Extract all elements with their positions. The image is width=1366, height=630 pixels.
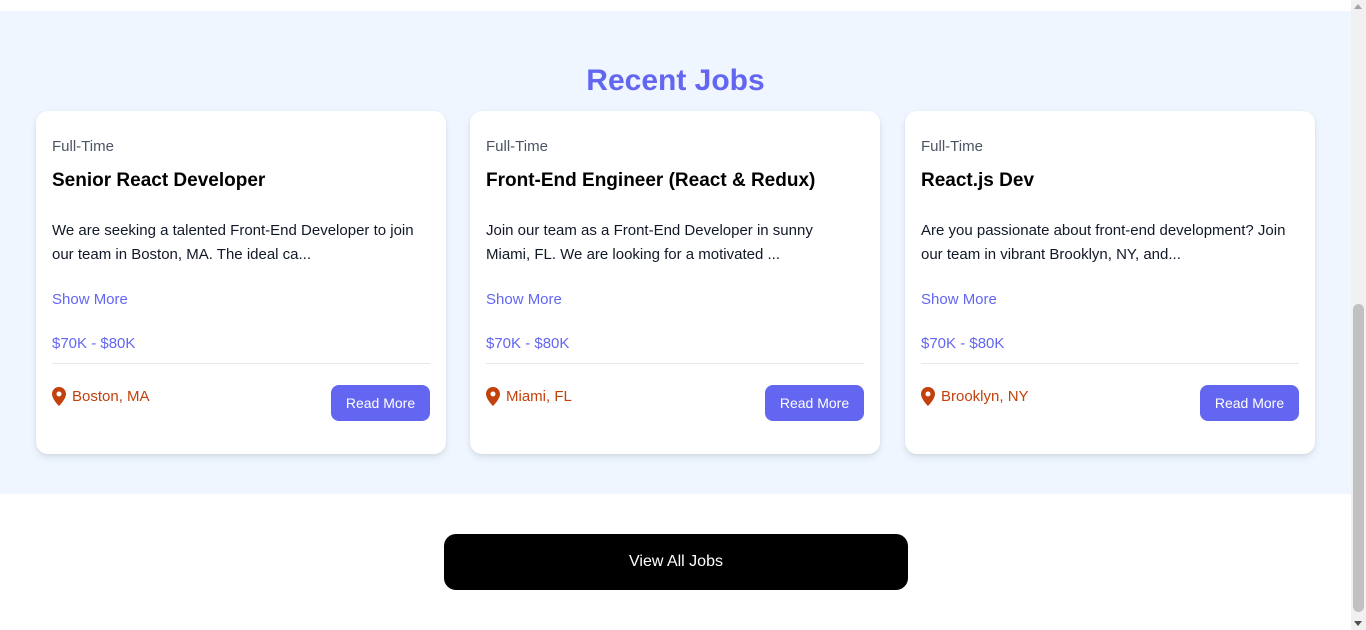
map-marker-icon (486, 387, 500, 406)
read-more-button[interactable]: Read More (1200, 385, 1299, 421)
job-location: Miami, FL (486, 387, 572, 406)
location-label: Boston, MA (72, 388, 150, 405)
divider (921, 363, 1299, 364)
show-more-button[interactable]: Show More (921, 291, 997, 308)
location-label: Brooklyn, NY (941, 388, 1029, 405)
scroll-thumb[interactable] (1353, 304, 1364, 612)
job-salary: $70K - $80K (921, 335, 1005, 352)
map-marker-icon (921, 387, 935, 406)
recent-jobs-section: Recent Jobs Full-Time Senior React Devel… (0, 11, 1351, 494)
job-salary: $70K - $80K (52, 335, 136, 352)
divider (52, 363, 430, 364)
section-title: Recent Jobs (586, 64, 765, 97)
job-description: Are you passionate about front-end devel… (921, 222, 1286, 263)
job-type: Full-Time (486, 138, 548, 155)
page: Recent Jobs Full-Time Senior React Devel… (0, 0, 1351, 630)
job-title: Senior React Developer (52, 170, 266, 191)
job-title: React.js Dev (921, 170, 1035, 191)
job-title: Front-End Engineer (React & Redux) (486, 170, 816, 191)
job-location: Brooklyn, NY (921, 387, 1029, 406)
scroll-down-arrow-icon[interactable] (1354, 621, 1362, 626)
read-more-button[interactable]: Read More (765, 385, 864, 421)
job-description: Join our team as a Front-End Developer i… (486, 222, 813, 263)
job-location: Boston, MA (52, 387, 150, 406)
show-more-button[interactable]: Show More (52, 291, 128, 308)
show-more-button[interactable]: Show More (486, 291, 562, 308)
job-card: Full-Time Front-End Engineer (React & Re… (470, 111, 880, 454)
divider (486, 363, 864, 364)
map-marker-icon (52, 387, 66, 406)
job-card: Full-Time Senior React Developer We are … (36, 111, 446, 454)
job-salary: $70K - $80K (486, 335, 570, 352)
view-all-jobs-button[interactable]: View All Jobs (444, 534, 908, 590)
job-description: We are seeking a talented Front-End Deve… (52, 222, 414, 263)
job-type: Full-Time (921, 138, 983, 155)
job-type: Full-Time (52, 138, 114, 155)
read-more-button[interactable]: Read More (331, 385, 430, 421)
scroll-up-arrow-icon[interactable] (1354, 4, 1362, 9)
job-card: Full-Time React.js Dev Are you passionat… (905, 111, 1315, 454)
location-label: Miami, FL (506, 388, 572, 405)
vertical-scrollbar[interactable] (1351, 0, 1366, 630)
